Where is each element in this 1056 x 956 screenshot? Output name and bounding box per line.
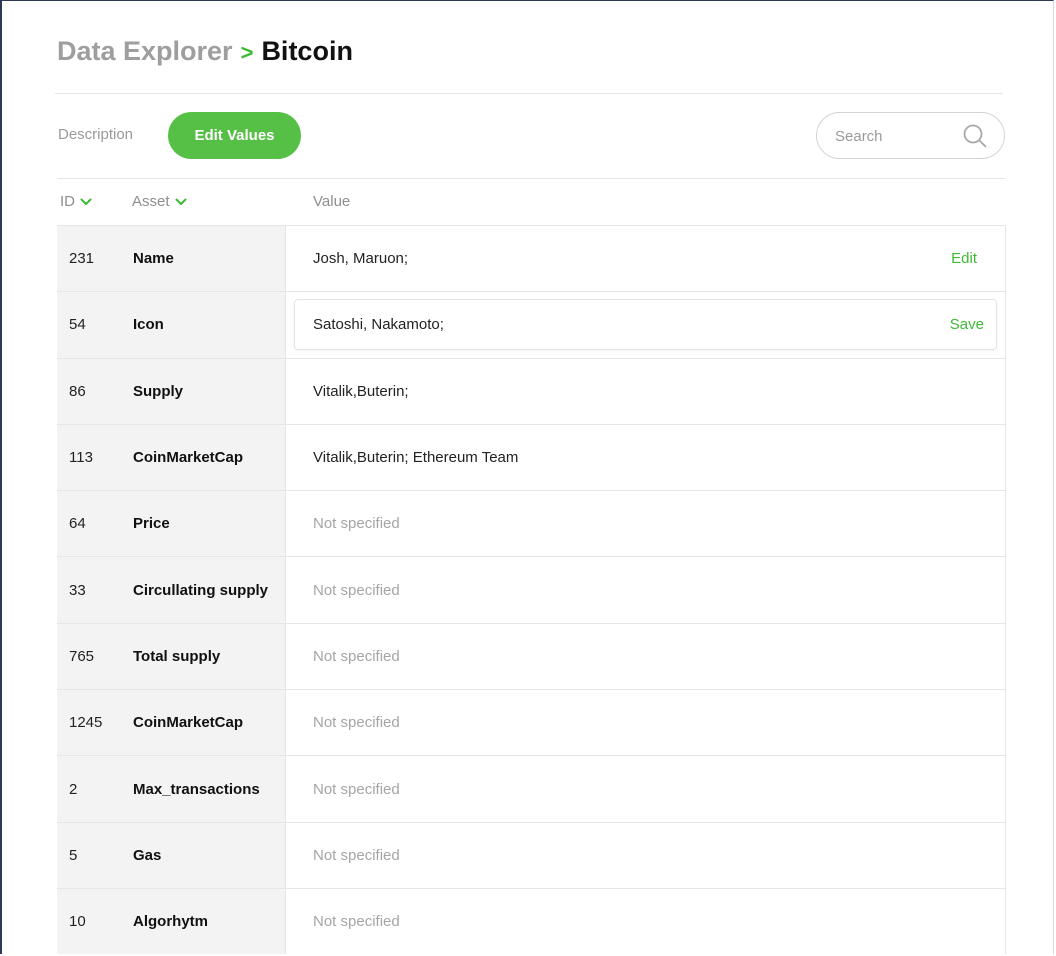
table-row: 2 Max_transactions Not specified <box>57 756 1005 823</box>
row-asset: CoinMarketCap <box>133 449 244 467</box>
row-asset: Circullating supply <box>133 581 269 599</box>
row-asset: Gas <box>133 846 162 864</box>
row-id: 64 <box>69 515 86 533</box>
row-asset: Icon <box>133 316 164 334</box>
row-asset: Total supply <box>133 647 221 665</box>
edit-button[interactable]: Edit <box>951 226 977 291</box>
row-value[interactable]: Not specified <box>313 756 400 821</box>
chevron-down-icon <box>80 198 92 205</box>
breadcrumb-root[interactable]: Data Explorer <box>57 36 233 66</box>
column-header-asset-label: Asset <box>132 193 170 210</box>
column-header-value: Value <box>313 193 351 210</box>
row-value[interactable]: Vitalik,Buterin; Ethereum Team <box>313 425 518 490</box>
row-value[interactable]: Not specified <box>313 690 400 755</box>
row-id: 86 <box>69 382 86 400</box>
table-row: 765 Total supply Not specified <box>57 623 1005 691</box>
tab-description[interactable]: Description <box>58 125 133 145</box>
breadcrumb-current: Bitcoin <box>261 36 353 66</box>
row-id: 5 <box>69 846 78 864</box>
row-asset: CoinMarketCap <box>133 714 244 732</box>
table-row: 1245 CoinMarketCap Not specified <box>57 690 1005 757</box>
row-asset: Name <box>133 250 174 268</box>
column-header-asset[interactable]: Asset <box>132 192 187 212</box>
row-asset: Algorhytm <box>133 913 208 931</box>
row-asset: Price <box>133 515 170 533</box>
row-id: 1245 <box>69 714 103 732</box>
row-asset: Max_transactions <box>133 780 260 798</box>
row-value[interactable]: Not specified <box>313 624 400 689</box>
search-input[interactable] <box>835 125 955 147</box>
data-table: 231 Name Josh, Maruon; Edit 54 Icon Save… <box>57 225 1006 954</box>
app-frame: Data Explorer > Bitcoin Description Edit V… <box>0 0 1054 954</box>
column-header-id-label: ID <box>60 193 75 210</box>
row-value[interactable]: Vitalik,Buterin; <box>313 359 409 424</box>
row-value[interactable]: Not specified <box>313 823 400 888</box>
search-box[interactable] <box>816 112 1005 159</box>
table-row: 86 Supply Vitalik,Buterin; <box>57 358 1005 425</box>
table-row: 64 Price Not specified <box>57 491 1005 558</box>
row-asset: Supply <box>133 382 184 400</box>
divider <box>57 178 1005 179</box>
breadcrumb-separator: > <box>240 40 254 65</box>
row-value[interactable]: Not specified <box>313 491 400 556</box>
tab-edit-values[interactable]: Edit Values <box>168 112 301 159</box>
row-id: 54 <box>69 316 86 334</box>
table-row: 54 Icon Save <box>57 292 1005 359</box>
table-row: 231 Name Josh, Maruon; Edit <box>57 226 1005 293</box>
table-row: 113 CoinMarketCap Vitalik,Buterin; Ether… <box>57 424 1005 492</box>
row-value[interactable]: Josh, Maruon; <box>313 226 408 291</box>
page-title: Data Explorer > Bitcoin <box>57 33 353 71</box>
table-row: 10 Algorhytm Not specified <box>57 888 1005 954</box>
row-id: 33 <box>69 581 86 599</box>
search-icon[interactable] <box>962 123 988 149</box>
column-header-id[interactable]: ID <box>60 192 92 212</box>
table-row: 5 Gas Not specified <box>57 822 1005 889</box>
row-id: 10 <box>69 913 86 931</box>
value-input[interactable] <box>313 300 873 349</box>
divider <box>55 93 1003 94</box>
row-id: 113 <box>69 449 93 467</box>
row-id: 2 <box>69 780 78 798</box>
row-value[interactable]: Not specified <box>313 557 400 622</box>
value-edit-field[interactable]: Save <box>294 299 997 350</box>
chevron-down-icon <box>175 198 187 205</box>
row-value[interactable]: Not specified <box>313 889 400 954</box>
save-button[interactable]: Save <box>950 300 984 348</box>
row-id: 231 <box>69 250 95 268</box>
row-id: 765 <box>69 647 95 665</box>
table-row: 33 Circullating supply Not specified <box>57 557 1005 624</box>
